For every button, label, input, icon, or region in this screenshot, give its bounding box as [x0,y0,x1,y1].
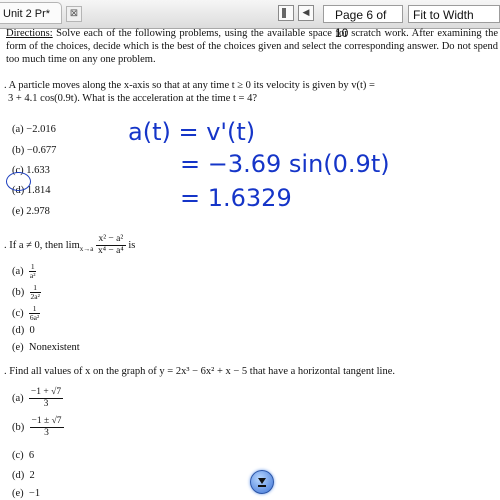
q2-option-e[interactable]: (e) Nonexistent [12,341,80,354]
option-value: −1 [28,488,41,499]
option-value: 2 [29,470,35,481]
q2-option-d[interactable]: (d) 0 [12,324,35,337]
question-1-line-2: 3 + 4.1 cos(0.9t). What is the accelerat… [8,93,257,104]
option-numerator: −1 ± √7 [29,416,64,428]
q2-option-a[interactable]: (a) 1 a² [12,263,37,280]
option-label: (e) [12,342,24,353]
page-number-field[interactable]: Page 6 of 10 [323,5,403,40]
option-value: 6 [28,450,35,461]
option-label: (a) [12,265,24,277]
option-label: (d) [12,470,25,481]
option-denominator: 2a² [30,292,40,301]
directions-paragraph: Directions: Solve each of the following … [6,27,498,66]
q3-option-c[interactable]: (c) 6 [12,449,34,462]
option-label: (c) [12,307,24,319]
q3-option-a[interactable]: (a) −1 + √7 3 [12,387,64,410]
zoom-value: Fit to Width [413,8,474,22]
option-denominator: 6a² [29,313,40,322]
q2-numerator: x² − a² [95,234,126,246]
q2-stem-suffix: is [128,239,136,251]
q1-option-e[interactable]: (e) 2.978 [12,205,50,218]
option-value: Nonexistent [28,342,80,353]
option-label: (b) [12,286,25,298]
q2-denominator: x⁴ − a⁴ [97,246,124,256]
option-label: (c) [12,450,24,461]
q3-option-d[interactable]: (d) 2 [12,469,35,482]
pdf-page: Directions: Solve each of the following … [0,27,500,500]
question-3-stem: . Find all values of x on the graph of y… [4,366,395,377]
close-tab-icon[interactable]: ⊠ [66,6,82,22]
option-denominator: 3 [44,428,49,438]
q3-option-b[interactable]: (b) −1 ± √7 3 [12,416,64,439]
sidebar-icon[interactable] [278,5,294,21]
q2-limit-subscript: x→a [79,245,94,253]
directions-label: Directions: [6,28,53,39]
previous-page-icon[interactable]: ◀ [298,5,314,21]
scroll-down-button-icon[interactable] [250,470,274,494]
viewer-toolbar: Unit 2 Pr* ⊠ ◀ Page 6 of 10 Fit to Width [0,0,500,40]
option-value: 0 [29,325,35,336]
option-denominator: 3 [43,399,49,409]
document-tab[interactable]: Unit 2 Pr* [0,2,62,24]
q3-option-e[interactable]: (e) −1 [12,487,40,500]
directions-text: Solve each of the following problems, us… [6,28,498,65]
q1-option-b[interactable]: (b) −0.677 [12,144,56,157]
question-2-stem: . If a ≠ 0, then limx→a x² − a² x⁴ − a⁴ i… [4,234,135,257]
option-denominator: a² [29,271,36,280]
q2-option-b[interactable]: (b) 1 2a² [12,284,41,301]
zoom-select[interactable]: Fit to Width [408,5,500,23]
option-label: (d) [12,325,25,336]
q2-stem-prefix: . If a ≠ 0, then lim [4,239,80,251]
option-label: (a) [12,392,24,404]
q2-option-c[interactable]: (c) 1 6a² [12,305,41,322]
option-label: (e) [12,488,24,499]
option-label: (b) [12,421,25,433]
answer-circle-annotation [6,172,31,191]
q1-option-a[interactable]: (a) −2.016 [12,123,56,136]
option-numerator: −1 + √7 [28,387,64,399]
question-1-line-1: . A particle moves along the x-axis so t… [4,80,375,91]
